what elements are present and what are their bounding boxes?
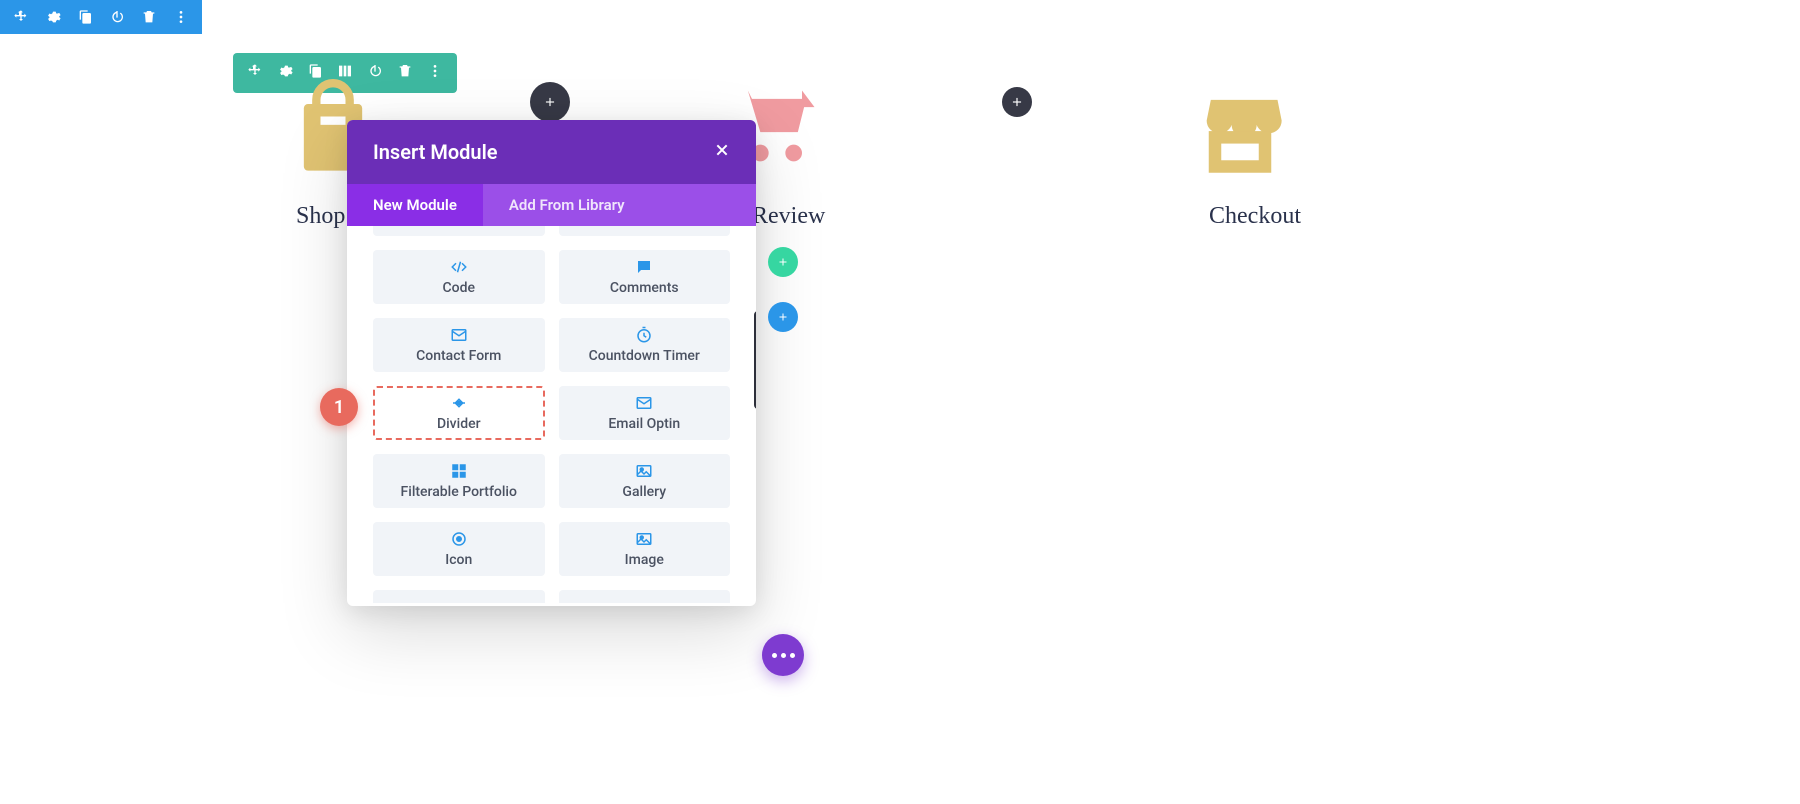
move-icon[interactable] <box>247 63 263 83</box>
column-label-checkout: Checkout <box>1209 203 1301 230</box>
module-card-contact-form[interactable]: Contact Form <box>373 318 545 372</box>
more-horizontal-icon <box>772 653 795 658</box>
more-vertical-icon[interactable] <box>427 63 443 83</box>
module-label: Code <box>443 280 475 296</box>
scrollbar[interactable] <box>754 311 756 409</box>
module-card-email-optin[interactable]: Email Optin <box>559 386 731 440</box>
module-label: Countdown Timer <box>589 348 700 364</box>
module-card-code[interactable]: Code <box>373 250 545 304</box>
more-actions-button[interactable] <box>762 634 804 676</box>
module-card-partial[interactable] <box>559 590 731 603</box>
module-label: Contact Form <box>416 348 501 364</box>
module-label: Email Optin <box>608 416 680 432</box>
trash-icon[interactable] <box>140 8 158 26</box>
close-icon[interactable] <box>714 142 730 162</box>
store-icon <box>1190 79 1290 183</box>
column-label-review: Review <box>752 203 825 230</box>
module-card-comments[interactable]: Comments <box>559 250 731 304</box>
gear-icon[interactable] <box>44 8 62 26</box>
column-label-shop: Shop <box>296 203 345 230</box>
module-card-partial[interactable] <box>373 226 545 236</box>
add-module-button[interactable] <box>1002 87 1032 117</box>
tab-add-from-library[interactable]: Add From Library <box>483 184 756 226</box>
section-toolbar <box>0 0 202 34</box>
module-card-gallery[interactable]: Gallery <box>559 454 731 508</box>
module-card-partial[interactable] <box>373 590 545 603</box>
power-icon[interactable] <box>108 8 126 26</box>
module-label: Icon <box>445 552 472 568</box>
modal-title: Insert Module <box>373 140 498 164</box>
add-section-button[interactable] <box>768 302 798 332</box>
add-row-button[interactable] <box>768 247 798 277</box>
module-card-icon[interactable]: Icon <box>373 522 545 576</box>
trash-icon[interactable] <box>397 63 413 83</box>
callout-badge: 1 <box>320 388 358 426</box>
module-label: Comments <box>610 280 679 296</box>
more-vertical-icon[interactable] <box>172 8 190 26</box>
tab-new-module[interactable]: New Module <box>347 184 483 226</box>
duplicate-icon[interactable] <box>76 8 94 26</box>
module-card-countdown-timer[interactable]: Countdown Timer <box>559 318 731 372</box>
module-card-filterable-portfolio[interactable]: Filterable Portfolio <box>373 454 545 508</box>
module-label: Filterable Portfolio <box>401 484 517 500</box>
module-label: Image <box>625 552 664 568</box>
modal-header: Insert Module <box>347 120 756 184</box>
module-card-image[interactable]: Image <box>559 522 731 576</box>
move-icon[interactable] <box>12 8 30 26</box>
module-label: Divider <box>437 416 481 432</box>
insert-module-modal: Insert Module New Module Add From Librar… <box>347 120 756 606</box>
modal-body: Code Comments Contact Form Countdown Tim… <box>347 226 756 606</box>
callout-number: 1 <box>334 397 344 418</box>
module-card-divider[interactable]: Divider <box>373 386 545 440</box>
module-card-partial[interactable] <box>559 226 731 236</box>
module-label: Gallery <box>622 484 666 500</box>
modal-tabs: New Module Add From Library <box>347 184 756 226</box>
add-module-button[interactable] <box>530 82 570 122</box>
